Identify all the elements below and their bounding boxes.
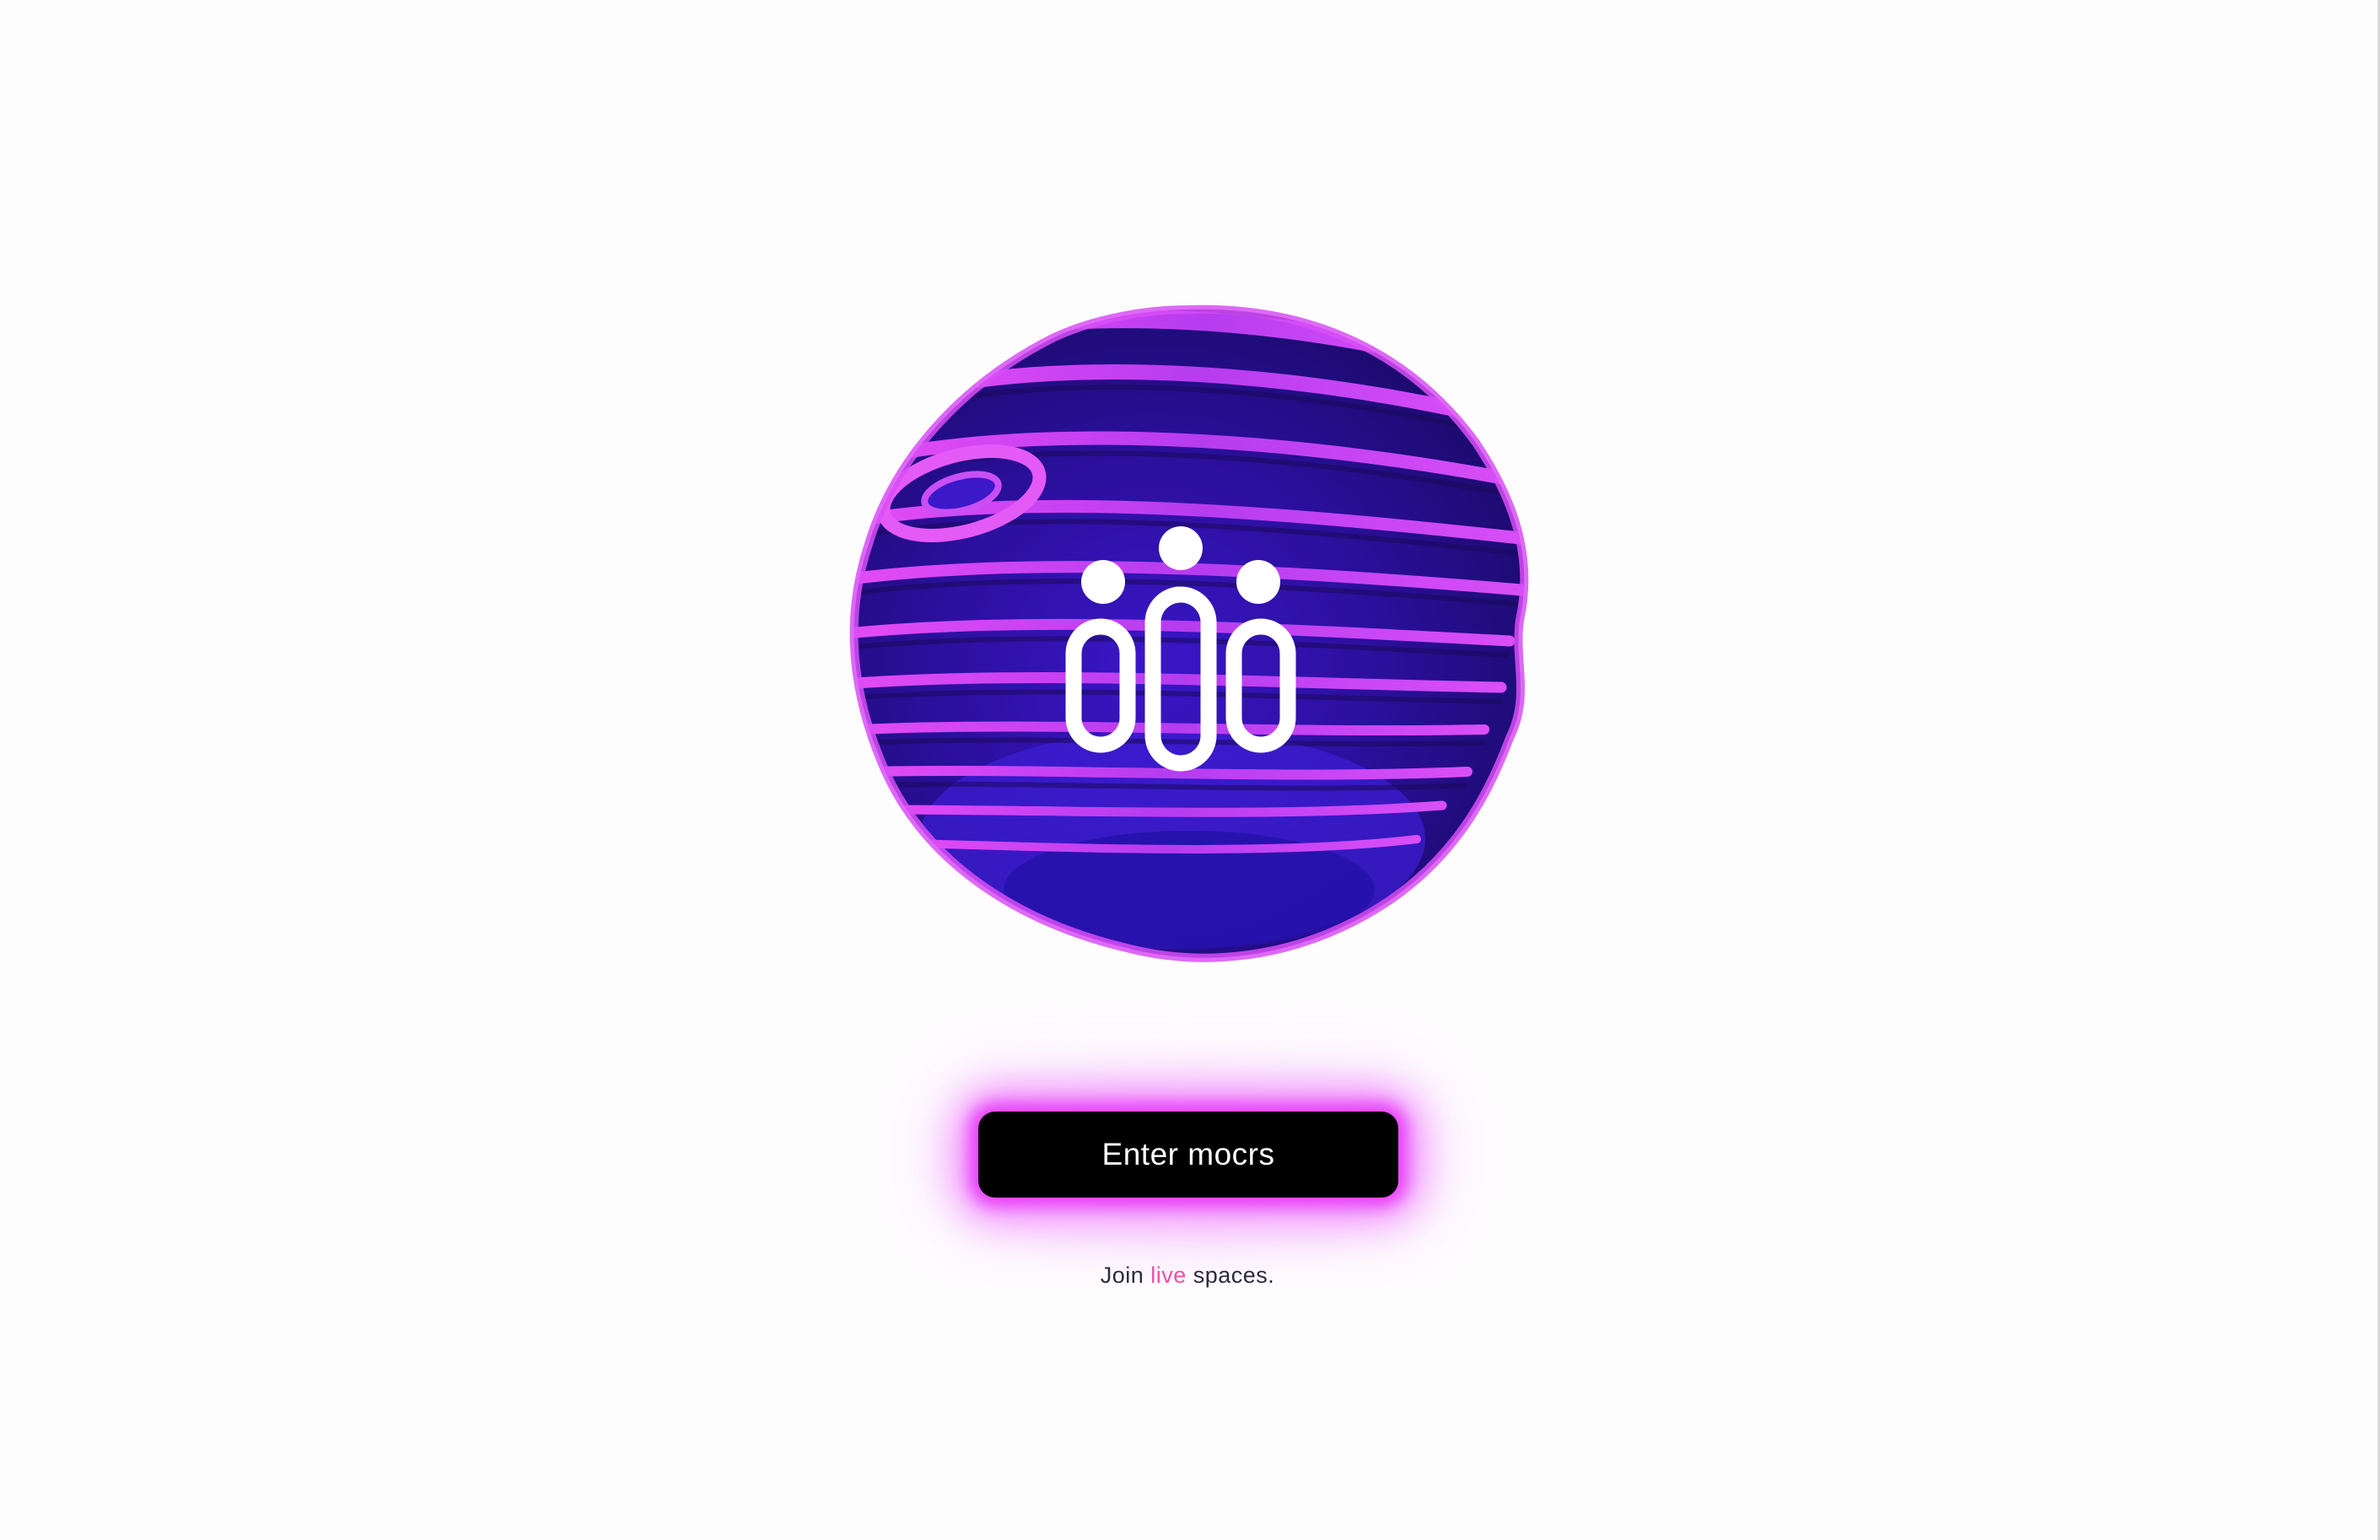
enter-mocrs-button[interactable]: Enter mocrs (978, 1112, 1398, 1198)
tagline-accent-word: live (1150, 1263, 1187, 1288)
landing-page: Enter mocrs Join live spaces. (0, 0, 2380, 1540)
tagline-suffix: spaces. (1186, 1263, 1275, 1288)
purple-sphere-icon (849, 304, 1529, 962)
tagline: Join live spaces. (0, 1263, 2375, 1289)
tagline-prefix: Join (1100, 1263, 1151, 1288)
hero-orb (835, 299, 1543, 966)
